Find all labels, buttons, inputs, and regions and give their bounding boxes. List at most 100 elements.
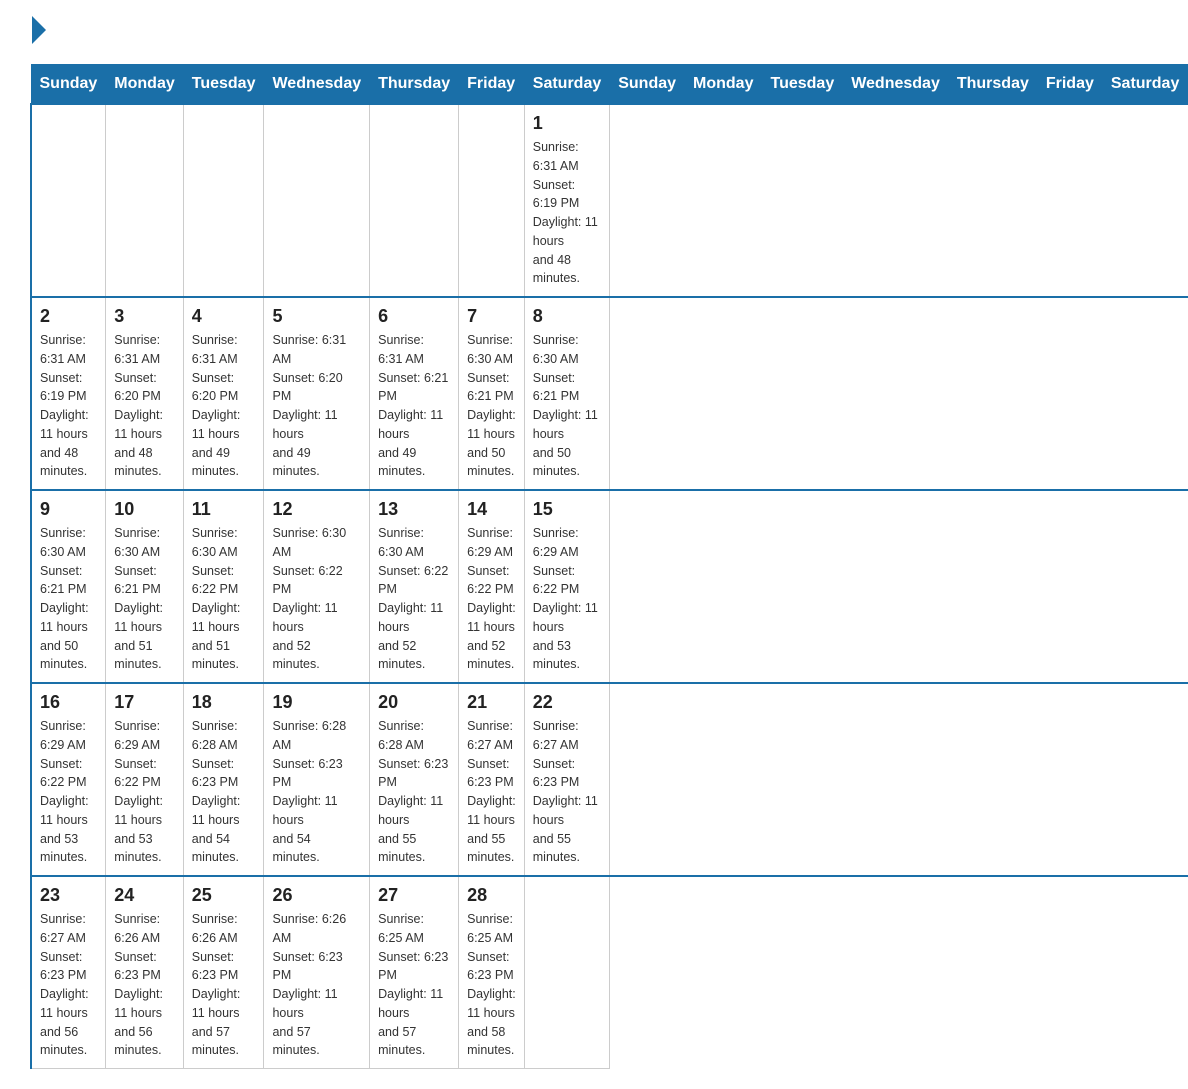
calendar-day-cell: 2 Sunrise: 6:31 AM Sunset: 6:19 PM Daylig… bbox=[31, 297, 106, 490]
calendar-day-cell: 26Sunrise: 6:26 AM Sunset: 6:23 PM Dayli… bbox=[264, 876, 370, 1069]
day-info: Sunrise: 6:31 AM Sunset: 6:20 PM Dayligh… bbox=[114, 331, 174, 481]
calendar-day-cell: 12 Sunrise: 6:30 AM Sunset: 6:22 PM Dayli… bbox=[264, 490, 370, 683]
day-number: 8 bbox=[533, 306, 601, 327]
day-number: 9 bbox=[40, 499, 97, 520]
calendar-day-cell: 14 Sunrise: 6:29 AM Sunset: 6:22 PM Dayli… bbox=[459, 490, 525, 683]
day-info: Sunrise: 6:28 AM Sunset: 6:23 PM Dayligh… bbox=[192, 717, 256, 867]
day-number: 2 bbox=[40, 306, 97, 327]
day-info: Sunrise: 6:30 AM Sunset: 6:21 PM Dayligh… bbox=[40, 524, 97, 674]
day-info: Sunrise: 6:30 AM Sunset: 6:21 PM Dayligh… bbox=[467, 331, 516, 481]
calendar-day-cell: 11 Sunrise: 6:30 AM Sunset: 6:22 PM Dayli… bbox=[183, 490, 264, 683]
day-number: 25 bbox=[192, 885, 256, 906]
calendar-week-row: 1 Sunrise: 6:31 AM Sunset: 6:19 PM Daylig… bbox=[31, 104, 1188, 297]
calendar-day-cell: 23Sunrise: 6:27 AM Sunset: 6:23 PM Dayli… bbox=[31, 876, 106, 1069]
day-number: 18 bbox=[192, 692, 256, 713]
day-info: Sunrise: 6:30 AM Sunset: 6:21 PM Dayligh… bbox=[114, 524, 174, 674]
day-of-week-header: Thursday bbox=[370, 65, 459, 105]
calendar-day-cell: 20 Sunrise: 6:28 AM Sunset: 6:23 PM Dayli… bbox=[370, 683, 459, 876]
calendar-day-cell bbox=[183, 104, 264, 297]
calendar-day-cell bbox=[106, 104, 183, 297]
calendar-day-cell: 10 Sunrise: 6:30 AM Sunset: 6:21 PM Dayli… bbox=[106, 490, 183, 683]
calendar-table: SundayMondayTuesdayWednesdayThursdayFrid… bbox=[30, 64, 1188, 1069]
day-info: Sunrise: 6:28 AM Sunset: 6:23 PM Dayligh… bbox=[272, 717, 361, 867]
day-number: 14 bbox=[467, 499, 516, 520]
day-of-week-header: Monday bbox=[685, 65, 762, 105]
calendar-day-cell: 18 Sunrise: 6:28 AM Sunset: 6:23 PM Dayli… bbox=[183, 683, 264, 876]
calendar-day-cell bbox=[31, 104, 106, 297]
day-info: Sunrise: 6:30 AM Sunset: 6:22 PM Dayligh… bbox=[272, 524, 361, 674]
day-number: 16 bbox=[40, 692, 97, 713]
calendar-header-row: SundayMondayTuesdayWednesdayThursdayFrid… bbox=[31, 65, 1188, 105]
calendar-day-cell: 15 Sunrise: 6:29 AM Sunset: 6:22 PM Dayli… bbox=[524, 490, 609, 683]
day-number: 28 bbox=[467, 885, 516, 906]
day-number: 10 bbox=[114, 499, 174, 520]
day-info: Sunrise: 6:25 AM Sunset: 6:23 PM Dayligh… bbox=[467, 910, 516, 1060]
day-number: 11 bbox=[192, 499, 256, 520]
day-number: 13 bbox=[378, 499, 450, 520]
calendar-day-cell: 17 Sunrise: 6:29 AM Sunset: 6:22 PM Dayli… bbox=[106, 683, 183, 876]
calendar-week-row: 2 Sunrise: 6:31 AM Sunset: 6:19 PM Daylig… bbox=[31, 297, 1188, 490]
day-of-week-header: Sunday bbox=[610, 65, 685, 105]
day-number: 3 bbox=[114, 306, 174, 327]
day-info: Sunrise: 6:31 AM Sunset: 6:20 PM Dayligh… bbox=[272, 331, 361, 481]
day-info: Sunrise: 6:29 AM Sunset: 6:22 PM Dayligh… bbox=[467, 524, 516, 674]
day-info: Sunrise: 6:31 AM Sunset: 6:21 PM Dayligh… bbox=[378, 331, 450, 481]
day-info: Sunrise: 6:26 AM Sunset: 6:23 PM Dayligh… bbox=[114, 910, 174, 1060]
day-info: Sunrise: 6:27 AM Sunset: 6:23 PM Dayligh… bbox=[467, 717, 516, 867]
day-number: 24 bbox=[114, 885, 174, 906]
day-info: Sunrise: 6:28 AM Sunset: 6:23 PM Dayligh… bbox=[378, 717, 450, 867]
calendar-day-cell: 22 Sunrise: 6:27 AM Sunset: 6:23 PM Dayli… bbox=[524, 683, 609, 876]
day-info: Sunrise: 6:26 AM Sunset: 6:23 PM Dayligh… bbox=[272, 910, 361, 1060]
calendar-day-cell: 3 Sunrise: 6:31 AM Sunset: 6:20 PM Daylig… bbox=[106, 297, 183, 490]
calendar-day-cell: 9 Sunrise: 6:30 AM Sunset: 6:21 PM Daylig… bbox=[31, 490, 106, 683]
page-header bbox=[30, 20, 1158, 44]
day-of-week-header: Friday bbox=[459, 65, 525, 105]
calendar-week-row: 16 Sunrise: 6:29 AM Sunset: 6:22 PM Dayli… bbox=[31, 683, 1188, 876]
day-number: 7 bbox=[467, 306, 516, 327]
day-of-week-header: Saturday bbox=[524, 65, 609, 105]
day-of-week-header: Sunday bbox=[31, 65, 106, 105]
calendar-day-cell bbox=[264, 104, 370, 297]
day-info: Sunrise: 6:27 AM Sunset: 6:23 PM Dayligh… bbox=[40, 910, 97, 1060]
day-info: Sunrise: 6:30 AM Sunset: 6:22 PM Dayligh… bbox=[192, 524, 256, 674]
day-info: Sunrise: 6:31 AM Sunset: 6:19 PM Dayligh… bbox=[40, 331, 97, 481]
day-info: Sunrise: 6:27 AM Sunset: 6:23 PM Dayligh… bbox=[533, 717, 601, 867]
day-number: 15 bbox=[533, 499, 601, 520]
day-of-week-header: Wednesday bbox=[264, 65, 370, 105]
calendar-day-cell bbox=[370, 104, 459, 297]
calendar-day-cell: 25 Sunrise: 6:26 AM Sunset: 6:23 PM Dayli… bbox=[183, 876, 264, 1069]
day-info: Sunrise: 6:31 AM Sunset: 6:20 PM Dayligh… bbox=[192, 331, 256, 481]
day-number: 27 bbox=[378, 885, 450, 906]
calendar-day-cell: 21 Sunrise: 6:27 AM Sunset: 6:23 PM Dayli… bbox=[459, 683, 525, 876]
day-of-week-header: Saturday bbox=[1102, 65, 1187, 105]
calendar-day-cell: 27Sunrise: 6:25 AM Sunset: 6:23 PM Dayli… bbox=[370, 876, 459, 1069]
day-of-week-header: Monday bbox=[106, 65, 183, 105]
day-number: 17 bbox=[114, 692, 174, 713]
calendar-day-cell: 16Sunrise: 6:29 AM Sunset: 6:22 PM Dayli… bbox=[31, 683, 106, 876]
calendar-day-cell: 28 Sunrise: 6:25 AM Sunset: 6:23 PM Dayli… bbox=[459, 876, 525, 1069]
day-info: Sunrise: 6:30 AM Sunset: 6:22 PM Dayligh… bbox=[378, 524, 450, 674]
calendar-day-cell: 19Sunrise: 6:28 AM Sunset: 6:23 PM Dayli… bbox=[264, 683, 370, 876]
calendar-day-cell: 4 Sunrise: 6:31 AM Sunset: 6:20 PM Daylig… bbox=[183, 297, 264, 490]
day-info: Sunrise: 6:29 AM Sunset: 6:22 PM Dayligh… bbox=[533, 524, 601, 674]
logo bbox=[30, 20, 46, 44]
day-number: 12 bbox=[272, 499, 361, 520]
calendar-day-cell: 1 Sunrise: 6:31 AM Sunset: 6:19 PM Daylig… bbox=[524, 104, 609, 297]
day-info: Sunrise: 6:31 AM Sunset: 6:19 PM Dayligh… bbox=[533, 138, 601, 288]
calendar-week-row: 23Sunrise: 6:27 AM Sunset: 6:23 PM Dayli… bbox=[31, 876, 1188, 1069]
calendar-day-cell bbox=[524, 876, 609, 1069]
day-info: Sunrise: 6:29 AM Sunset: 6:22 PM Dayligh… bbox=[114, 717, 174, 867]
day-number: 22 bbox=[533, 692, 601, 713]
day-number: 4 bbox=[192, 306, 256, 327]
day-number: 21 bbox=[467, 692, 516, 713]
day-of-week-header: Tuesday bbox=[762, 65, 843, 105]
calendar-day-cell bbox=[459, 104, 525, 297]
day-of-week-header: Friday bbox=[1037, 65, 1102, 105]
calendar-day-cell: 8Sunrise: 6:30 AM Sunset: 6:21 PM Daylig… bbox=[524, 297, 609, 490]
day-number: 1 bbox=[533, 113, 601, 134]
day-number: 6 bbox=[378, 306, 450, 327]
day-number: 20 bbox=[378, 692, 450, 713]
day-info: Sunrise: 6:26 AM Sunset: 6:23 PM Dayligh… bbox=[192, 910, 256, 1060]
calendar-day-cell: 7 Sunrise: 6:30 AM Sunset: 6:21 PM Daylig… bbox=[459, 297, 525, 490]
day-number: 5 bbox=[272, 306, 361, 327]
